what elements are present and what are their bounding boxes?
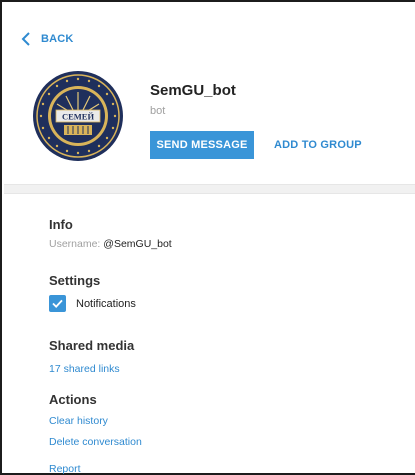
- checkmark-icon: [52, 299, 63, 308]
- chevron-left-icon: [21, 32, 30, 46]
- username-value: @SemGU_bot: [103, 238, 172, 250]
- send-message-button[interactable]: SEND MESSAGE: [150, 131, 254, 159]
- username-label: Username:: [49, 238, 101, 250]
- avatar[interactable]: СЕМЕЙ: [32, 70, 124, 162]
- actions-title: Actions: [49, 392, 97, 407]
- username-row: Username: @SemGU_bot: [49, 238, 172, 250]
- back-label: BACK: [41, 33, 74, 45]
- notifications-checkbox[interactable]: [49, 295, 66, 312]
- bot-name: SemGU_bot: [150, 82, 236, 99]
- notifications-toggle[interactable]: Notifications: [49, 295, 136, 312]
- back-button[interactable]: BACK: [21, 32, 74, 46]
- notifications-label: Notifications: [76, 297, 136, 310]
- settings-title: Settings: [49, 273, 101, 288]
- university-seal-icon: СЕМЕЙ: [33, 71, 123, 161]
- bot-subtitle: bot: [150, 105, 166, 117]
- bot-profile-panel: BACK СЕМЕЙ SemGU_bot bot SEND MESSAGE AD…: [0, 0, 415, 475]
- delete-conversation-link[interactable]: Delete conversation: [49, 436, 142, 448]
- add-to-group-button[interactable]: ADD TO GROUP: [274, 131, 362, 159]
- report-link[interactable]: Report: [49, 463, 81, 475]
- clear-history-link[interactable]: Clear history: [49, 415, 108, 427]
- section-divider: [4, 184, 415, 194]
- info-title: Info: [49, 217, 73, 232]
- shared-links-link[interactable]: 17 shared links: [49, 363, 120, 375]
- shared-media-title: Shared media: [49, 338, 135, 353]
- avatar-text: СЕМЕЙ: [62, 112, 95, 122]
